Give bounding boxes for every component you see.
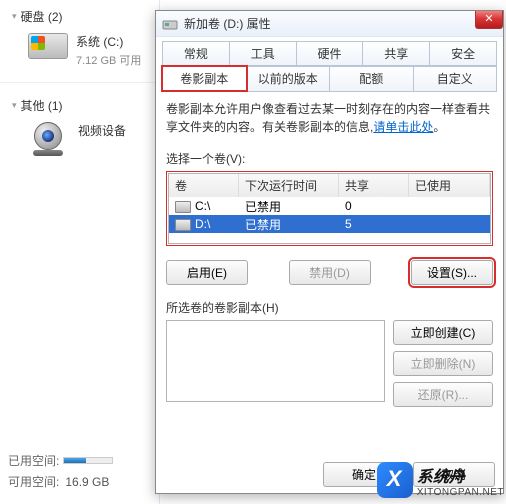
col-used[interactable]: 已使用 <box>409 174 490 197</box>
space-stats: 已用空间: 可用空间: 16.9 GB <box>8 450 155 492</box>
webcam-name: 视频设备 <box>78 122 159 139</box>
triangle-icon: ▾ <box>12 11 17 22</box>
explorer-left-panel: ▾ 硬盘 (2) 系统 (C:) 7.12 GB 可用 ▾ 其他 (1) 视频设… <box>0 0 160 504</box>
free-label: 可用空间: <box>8 473 59 490</box>
col-volume[interactable]: 卷 <box>169 174 239 197</box>
close-button[interactable]: ✕ <box>475 11 503 29</box>
copies-label: 所选卷的卷影副本(H) <box>166 299 493 316</box>
volume-row-c[interactable]: C:\ 已禁用 0 <box>169 197 490 215</box>
watermark-url: XITONGPAN.NET <box>417 487 504 498</box>
tabs-row-1: 常规 工具 硬件 共享 安全 <box>162 41 497 66</box>
section-disk-header[interactable]: ▾ 硬盘 (2) <box>12 4 159 29</box>
free-value: 16.9 GB <box>65 475 109 489</box>
section-disk-title: 硬盘 (2) <box>21 8 63 25</box>
info-text: 卷影副本允许用户像查看过去某一时刻存在的内容一样查看共享文件夹的内容。有关卷影副… <box>166 100 493 136</box>
col-next-run[interactable]: 下次运行时间 <box>239 174 339 197</box>
drive-small-icon <box>162 16 178 32</box>
tab-security[interactable]: 安全 <box>429 41 497 65</box>
disable-button[interactable]: 禁用(D) <box>289 260 371 285</box>
tab-previous-versions[interactable]: 以前的版本 <box>246 66 331 91</box>
webcam-item[interactable]: 视频设备 <box>12 118 159 160</box>
tab-general[interactable]: 常规 <box>162 41 230 65</box>
watermark-logo-icon <box>377 462 413 498</box>
dialog-title: 新加卷 (D:) 属性 <box>184 15 271 32</box>
volumes-table: 卷 下次运行时间 共享 已使用 C:\ 已禁用 0 D:\ 已禁用 5 <box>168 173 491 244</box>
enable-button[interactable]: 启用(E) <box>166 260 248 285</box>
tab-customize[interactable]: 自定义 <box>413 66 498 91</box>
tabs-row-2: 卷影副本 以前的版本 配额 自定义 <box>162 66 497 92</box>
tab-sharing[interactable]: 共享 <box>362 41 430 65</box>
drive-item-c[interactable]: 系统 (C:) 7.12 GB 可用 <box>12 29 159 72</box>
drive-name: 系统 (C:) <box>76 33 159 50</box>
create-now-button[interactable]: 立即创建(C) <box>393 320 493 345</box>
delete-now-button[interactable]: 立即删除(N) <box>393 351 493 376</box>
select-volume-label: 选择一个卷(V): <box>166 150 493 167</box>
used-bar <box>63 457 113 464</box>
watermark-brand: 系统舟 <box>417 463 504 487</box>
drive-mini-icon <box>175 219 191 231</box>
tab-quota[interactable]: 配额 <box>329 66 414 91</box>
restore-button[interactable]: 还原(R)... <box>393 382 493 407</box>
triangle-icon: ▾ <box>12 100 17 111</box>
tab-tools[interactable]: 工具 <box>229 41 297 65</box>
copies-listbox[interactable] <box>166 320 385 402</box>
volume-row-d[interactable]: D:\ 已禁用 5 <box>169 215 490 233</box>
drive-sub: 7.12 GB 可用 <box>76 52 159 68</box>
tab-shadow-copies[interactable]: 卷影副本 <box>162 66 247 91</box>
titlebar[interactable]: 新加卷 (D:) 属性 ✕ <box>156 11 503 37</box>
watermark: 系统舟 XITONGPAN.NET <box>377 462 504 498</box>
section-other-header[interactable]: ▾ 其他 (1) <box>12 93 159 118</box>
drive-mini-icon <box>175 201 191 213</box>
used-label: 已用空间: <box>8 452 59 469</box>
webcam-icon <box>28 122 72 156</box>
settings-button[interactable]: 设置(S)... <box>411 260 493 285</box>
drive-icon <box>28 33 68 59</box>
volumes-header: 卷 下次运行时间 共享 已使用 <box>169 174 490 197</box>
tab-hardware[interactable]: 硬件 <box>296 41 364 65</box>
col-shares[interactable]: 共享 <box>339 174 409 197</box>
volumes-highlight-box: 卷 下次运行时间 共享 已使用 C:\ 已禁用 0 D:\ 已禁用 5 <box>166 171 493 246</box>
info-link[interactable]: 请单击此处 <box>373 120 433 134</box>
properties-dialog: 新加卷 (D:) 属性 ✕ 常规 工具 硬件 共享 安全 卷影副本 以前的版本 … <box>155 10 504 494</box>
section-other-title: 其他 (1) <box>21 97 63 114</box>
